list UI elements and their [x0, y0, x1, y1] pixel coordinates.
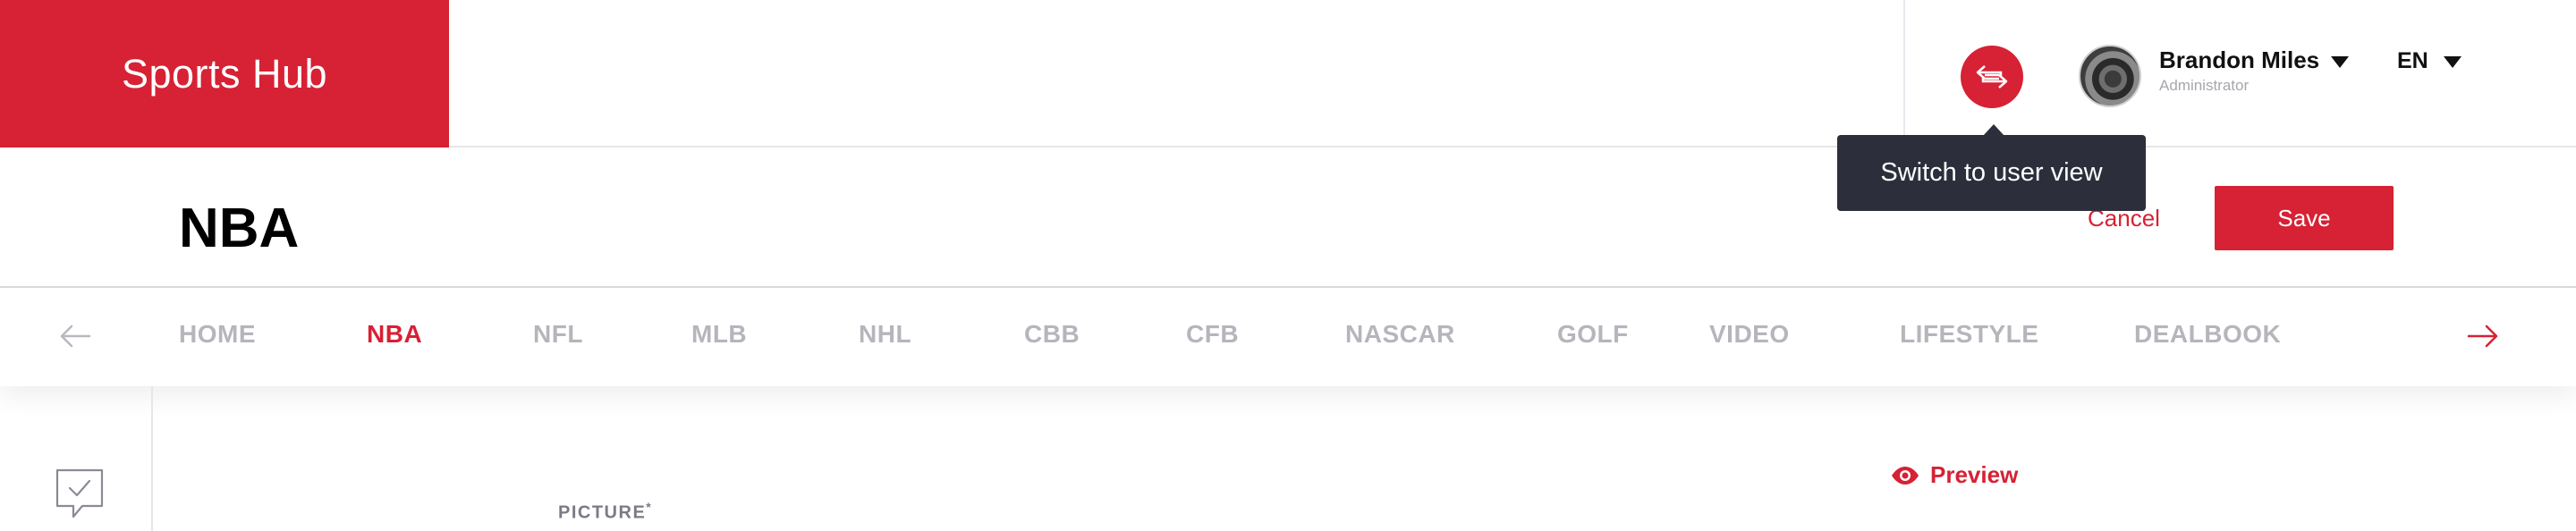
nav-item-golf[interactable]: GOLF [1557, 320, 1629, 349]
language-chevron-down-icon[interactable] [2444, 56, 2462, 68]
tooltip-text: Switch to user view [1880, 158, 2103, 187]
nav-item-lifestyle[interactable]: LIFESTYLE [1900, 320, 2038, 349]
language-selector[interactable]: EN [2397, 48, 2428, 74]
nav-item-nascar[interactable]: NASCAR [1345, 320, 1455, 349]
header-divider [1903, 0, 1905, 148]
save-button-label: Save [2277, 204, 2331, 232]
user-role: Administrator [2159, 77, 2250, 94]
arrow-left-icon[interactable] [59, 323, 91, 350]
swap-arrows-icon [1976, 65, 2008, 88]
nav-item-cfb[interactable]: CFB [1186, 320, 1239, 349]
nav-item-home[interactable]: HOME [179, 320, 256, 349]
eye-icon [1892, 466, 1919, 485]
nav-item-nfl[interactable]: NFL [533, 320, 583, 349]
nav-item-nhl[interactable]: NHL [859, 320, 911, 349]
arrow-right-icon[interactable] [2467, 323, 2499, 350]
save-button[interactable]: Save [2215, 186, 2394, 250]
nav-item-video[interactable]: VIDEO [1709, 320, 1790, 349]
category-nav: HOME NBA NFL MLB NHL CBB CFB NASCAR GOLF… [0, 288, 2576, 386]
nav-item-mlb[interactable]: MLB [691, 320, 747, 349]
nav-item-nba[interactable]: NBA [367, 320, 422, 349]
comment-check-icon[interactable] [55, 468, 104, 520]
logo[interactable]: Sports Hub [0, 0, 449, 148]
switch-view-tooltip: Switch to user view [1837, 135, 2146, 211]
logo-text: Sports Hub [121, 50, 328, 97]
top-header: Sports Hub Brandon Miles Administrator E… [0, 0, 2576, 148]
switch-view-button[interactable] [1961, 46, 2023, 108]
preview-label: Preview [1930, 461, 2019, 488]
picture-label: PICTURE* [558, 500, 652, 524]
picture-label-text: PICTURE [558, 502, 647, 523]
required-mark: * [646, 500, 653, 514]
user-name[interactable]: Brandon Miles [2159, 46, 2319, 74]
page-title: NBA [179, 198, 300, 259]
user-menu-chevron-down-icon[interactable] [2331, 56, 2349, 68]
nav-item-cbb[interactable]: CBB [1024, 320, 1080, 349]
avatar[interactable] [2079, 45, 2141, 107]
nav-item-dealbook[interactable]: DEALBOOK [2134, 320, 2281, 349]
preview-button[interactable]: Preview [1891, 461, 2018, 489]
